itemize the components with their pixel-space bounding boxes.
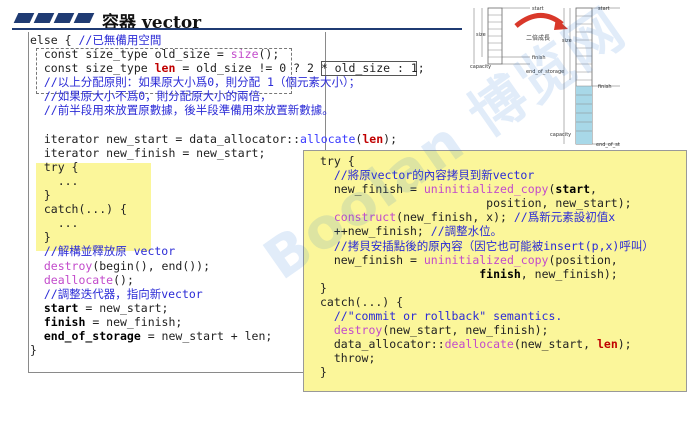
code-line: finish, new_finish); bbox=[320, 267, 654, 281]
code-token: } bbox=[30, 230, 51, 245]
code-token: = new_finish; bbox=[85, 314, 183, 329]
code-token: destroy bbox=[30, 258, 93, 273]
code-token: iterator new_finish = new_start; bbox=[30, 145, 266, 160]
code-token: = new_start + len; bbox=[140, 328, 273, 343]
code-token: (new_start, new_finish); bbox=[382, 323, 549, 338]
code-token: const size_type bbox=[30, 61, 155, 76]
code-token: (begin(), end()); bbox=[92, 258, 211, 273]
code-token: throw; bbox=[320, 351, 376, 366]
code-token: else { bbox=[30, 33, 79, 47]
code-token: //前半段用來放置原數據，後半段準備用來放置新數據。 bbox=[30, 103, 334, 118]
code-token: finish bbox=[30, 314, 86, 329]
code-token: destroy bbox=[320, 323, 383, 338]
code-token: len bbox=[154, 61, 176, 76]
code-line: throw; bbox=[320, 351, 654, 365]
code-token: data_allocator:: bbox=[320, 337, 445, 352]
header-bars-icon bbox=[12, 13, 95, 23]
code-token: allocate bbox=[300, 131, 356, 146]
code-line: new_finish = uninitialized_copy(position… bbox=[320, 253, 654, 267]
code-token: (); bbox=[113, 272, 134, 287]
code-token: //爲新元素設初值x bbox=[513, 210, 616, 225]
code-token: deallocate bbox=[30, 272, 114, 287]
code-token: , new_finish); bbox=[520, 266, 618, 281]
code-token: //以上分配原則：如果原大小爲0，則分配 1（個元素大小）； bbox=[30, 75, 361, 90]
old-start-label: start bbox=[532, 6, 544, 12]
code-line: //前半段用來放置原數據，後半段準備用來放置新數據。 bbox=[30, 103, 425, 117]
code-token: ... bbox=[30, 173, 79, 188]
code-token: //調整迭代器，指向新vector bbox=[30, 286, 203, 301]
code-token: } bbox=[30, 343, 37, 358]
code-line: } bbox=[320, 281, 654, 295]
code-token: size bbox=[230, 47, 259, 62]
code-token: start bbox=[555, 182, 591, 197]
code-token: } bbox=[320, 280, 327, 295]
code-line: else { //已無備用空間 bbox=[30, 33, 425, 47]
new-capacity-label: capacity bbox=[550, 132, 571, 138]
code-token: finish bbox=[479, 266, 521, 281]
code-token: const size_type old_size = bbox=[30, 47, 231, 62]
code-token: = new_start; bbox=[78, 300, 169, 315]
code-line: //"commit or rollback" semantics. bbox=[320, 309, 654, 323]
code-token: catch(...) { bbox=[30, 202, 127, 217]
code-token: (position, bbox=[548, 252, 618, 267]
code-token: len bbox=[596, 337, 618, 352]
code-line: catch(...) { bbox=[320, 295, 654, 309]
code-token: : 1; bbox=[390, 61, 425, 76]
old-size-label: size bbox=[476, 32, 486, 38]
code-token: //如果原大小不爲0，則分配原大小的兩倍， bbox=[30, 89, 272, 104]
code-token: (new_start, bbox=[513, 337, 597, 352]
code-token: end_of_storage bbox=[30, 328, 141, 343]
code-token: //已無備用空間 bbox=[78, 33, 162, 47]
code-token: //"commit or rollback" semantics. bbox=[320, 309, 563, 324]
header-divider bbox=[12, 28, 462, 30]
code-line: } bbox=[320, 365, 654, 379]
code-token: //調整水位。 bbox=[430, 224, 503, 239]
code-line: //以上分配原則：如果原大小爲0，則分配 1（個元素大小）； bbox=[30, 75, 425, 89]
code-token: catch(...) { bbox=[320, 294, 404, 309]
code-token: //解構並釋放原 vector bbox=[30, 244, 176, 259]
code-line: data_allocator::deallocate(new_start, le… bbox=[320, 337, 654, 351]
code-token: try { bbox=[30, 159, 79, 174]
code-token: } bbox=[30, 188, 51, 203]
code-token: (new_finish, x); bbox=[396, 210, 514, 225]
code-token: //拷貝安插點後的原內容（因它也可能被insert(p,x)呼叫） bbox=[320, 238, 654, 253]
code-token: (); bbox=[258, 47, 280, 62]
code-token: = old_size != 0 ? bbox=[175, 61, 307, 76]
code-line: //如果原大小不爲0，則分配原大小的兩倍， bbox=[30, 89, 425, 103]
code-token: iterator new_start = data_allocator:: bbox=[30, 131, 301, 146]
code-token: } bbox=[320, 365, 327, 380]
code-token: 2 * old_size bbox=[306, 61, 391, 76]
code-token: , bbox=[590, 182, 597, 197]
code-token: ); bbox=[617, 337, 632, 352]
code-token: deallocate bbox=[444, 337, 514, 352]
code-line: destroy(new_start, new_finish); bbox=[320, 323, 654, 337]
code-line: const size_type old_size = size(); bbox=[30, 47, 425, 61]
code-token: uninitialized_copy bbox=[423, 252, 549, 267]
new-end-of-storage-label: end_of_st bbox=[596, 142, 620, 148]
code-line: //拷貝安插點後的原內容（因它也可能被insert(p,x)呼叫） bbox=[320, 239, 654, 253]
code-line: const size_type len = old_size != 0 ? 2 … bbox=[30, 61, 425, 75]
code-token: ... bbox=[30, 216, 79, 231]
code-token: start bbox=[30, 300, 79, 315]
new-finish-label: finish bbox=[598, 84, 611, 90]
